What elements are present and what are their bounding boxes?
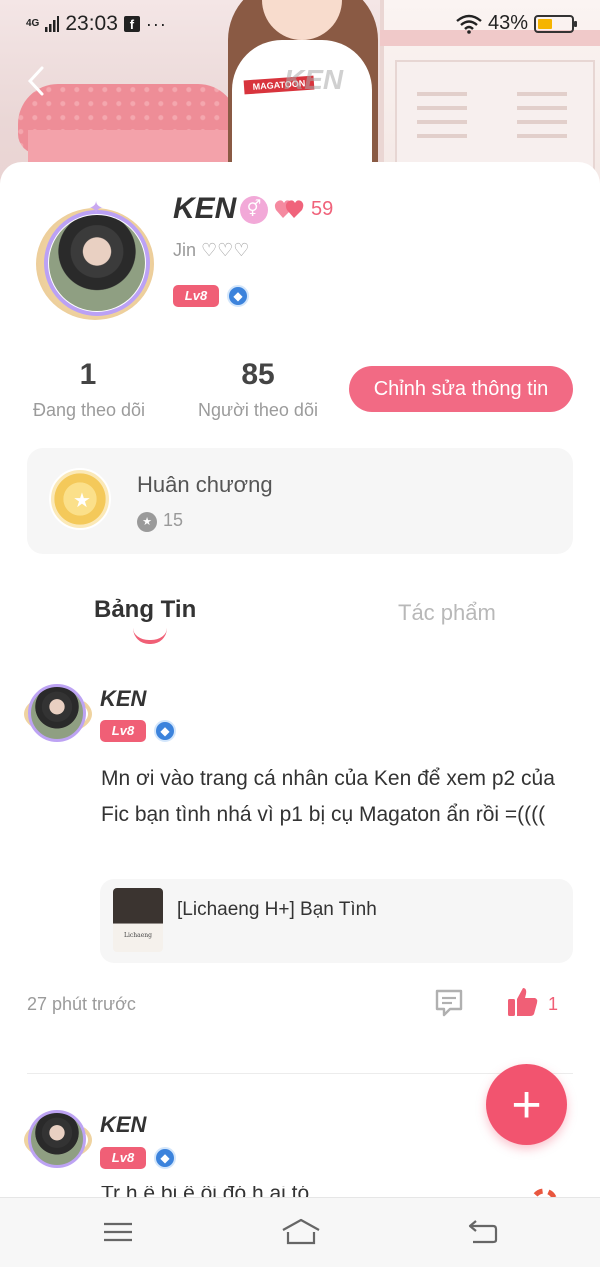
attachment-thumbnail: Lichaeng [113, 888, 163, 952]
following-label[interactable]: Đang theo dõi [20, 400, 158, 421]
followers-count[interactable]: 85 [218, 358, 298, 392]
facebook-icon: f [123, 16, 140, 32]
like-count: 1 [548, 994, 559, 1014]
avatar [28, 684, 86, 742]
attachment-thumbnail-title: Lichaeng [124, 932, 152, 939]
followers-label[interactable]: Người theo dõi [186, 400, 330, 421]
battery-icon [534, 14, 577, 33]
profile-bio: Jin ♡♡♡ [173, 240, 250, 260]
menu-icon [104, 1222, 132, 1242]
star-icon: ★ [137, 512, 157, 532]
post-text[interactable]: Mn ơi vào trang cá nhân của Ken để xem p… [101, 761, 571, 833]
tab-works[interactable]: Tác phẩm [398, 600, 496, 626]
back-icon [468, 1220, 498, 1244]
medal-icon: ★ [49, 468, 111, 530]
post-divider [27, 1073, 573, 1074]
hearts-icon [274, 196, 306, 220]
avatar [49, 215, 145, 311]
heart-count: 59 [311, 198, 334, 220]
profile-avatar[interactable]: ✦ [30, 198, 162, 322]
avatar [28, 1110, 86, 1168]
level-badge: Lv8 [173, 285, 219, 307]
medals-title: Huân chương [137, 472, 273, 497]
back-nav-button[interactable] [465, 1216, 501, 1248]
thumbs-up-icon [508, 988, 538, 1016]
post-author-avatar[interactable] [24, 1106, 92, 1170]
verified-badge-icon: ◆ [154, 720, 176, 742]
following-count[interactable]: 1 [48, 358, 128, 392]
medals-count: 15 [163, 510, 184, 530]
verified-badge-icon: ◆ [154, 1147, 176, 1169]
create-post-button[interactable]: + [486, 1064, 567, 1145]
status-time: 23:03 [65, 12, 118, 35]
post-author-name[interactable]: KEN [100, 1112, 146, 1138]
post-author-name[interactable]: KEN [100, 686, 146, 712]
status-bar: 4G 23:03 f ··· 43% [0, 8, 600, 38]
post-attachment[interactable]: Lichaeng [Lichaeng H+] Bạn Tình [100, 879, 573, 963]
crown-icon: ✦ [88, 198, 104, 218]
attachment-title: [Lichaeng H+] Bạn Tình [177, 899, 377, 920]
profile-name: KEN [173, 192, 237, 225]
wifi-icon [456, 14, 482, 34]
post-author-avatar[interactable] [24, 680, 92, 744]
medal-star-icon: ★ [73, 490, 91, 512]
post-timestamp: 27 phút trước [27, 994, 136, 1014]
banner-watermark: KEN [284, 64, 344, 95]
battery-level [538, 18, 552, 29]
like-button[interactable] [507, 986, 539, 1018]
network-label: 4G [26, 18, 40, 29]
back-button[interactable] [26, 64, 50, 98]
chevron-left-icon [27, 66, 44, 96]
comment-button[interactable] [434, 988, 464, 1018]
level-badge: Lv8 [100, 1147, 146, 1169]
signal-icon [45, 16, 60, 32]
more-notifications-icon: ··· [145, 13, 167, 34]
comment-icon [435, 989, 463, 1017]
tab-news-feed[interactable]: Bảng Tin [94, 596, 196, 624]
home-icon [282, 1218, 320, 1245]
edit-profile-button[interactable]: Chỉnh sửa thông tin [349, 366, 573, 412]
gender-icon: ⚥ [240, 196, 268, 224]
system-nav-bar [0, 1197, 600, 1267]
battery-percent: 43% [487, 12, 528, 34]
level-badge: Lv8 [100, 720, 146, 742]
menu-button[interactable] [100, 1216, 136, 1248]
home-button[interactable] [280, 1216, 322, 1248]
verified-badge-icon: ◆ [227, 285, 249, 307]
medals-card[interactable]: ★ Huân chương ★ 15 [27, 448, 573, 554]
